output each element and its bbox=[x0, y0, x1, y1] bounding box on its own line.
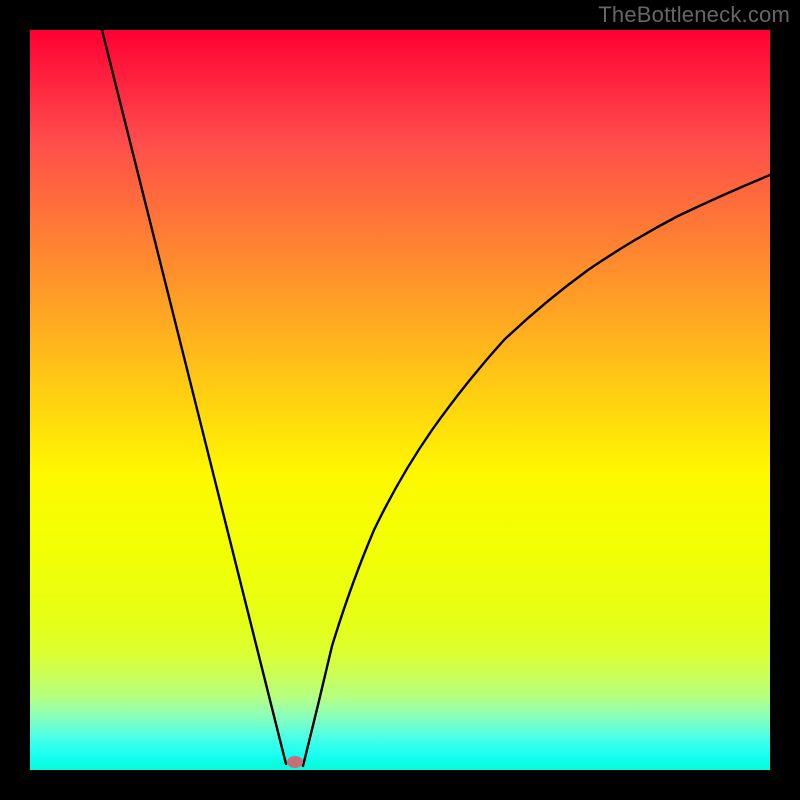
chart-frame: TheBottleneck.com bbox=[0, 0, 800, 800]
left-branch bbox=[102, 30, 286, 764]
minimum-marker bbox=[287, 756, 303, 768]
attribution-text: TheBottleneck.com bbox=[598, 2, 790, 28]
right-branch bbox=[303, 175, 770, 766]
plot-area bbox=[30, 30, 770, 770]
curve-svg bbox=[30, 30, 770, 770]
